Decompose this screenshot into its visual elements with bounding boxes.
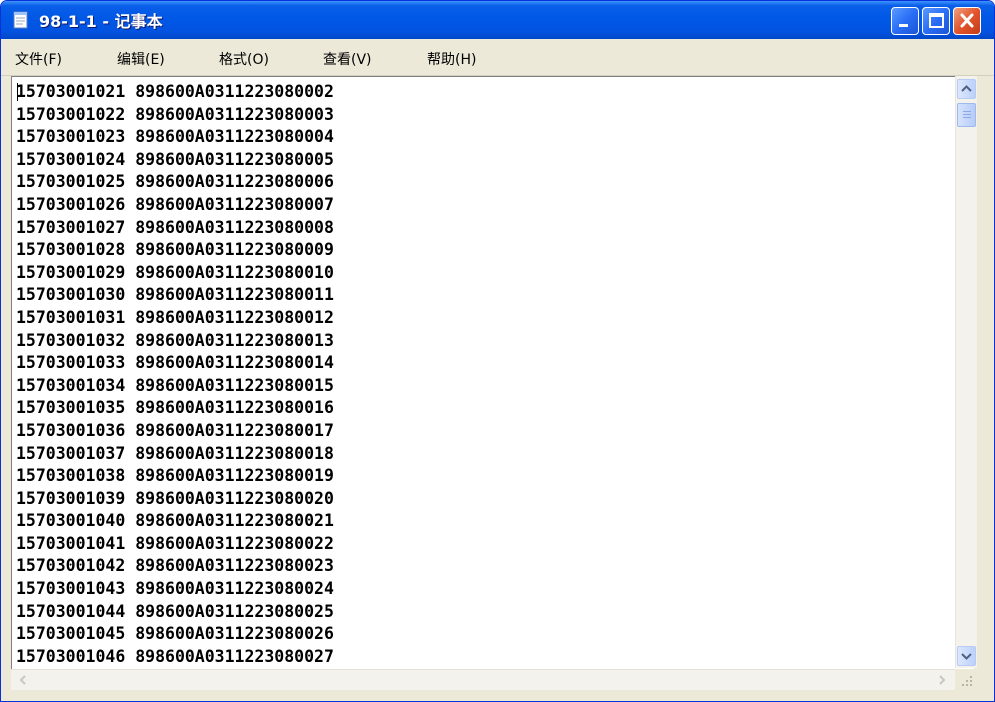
- chevron-down-icon: [961, 653, 972, 660]
- menu-edit[interactable]: 编辑(E): [117, 49, 165, 69]
- close-button[interactable]: [953, 7, 981, 35]
- chevron-right-icon: [939, 675, 946, 685]
- menu-view[interactable]: 查看(V): [323, 49, 372, 69]
- chevron-left-icon: [19, 675, 26, 685]
- scroll-right-button[interactable]: [933, 671, 951, 689]
- title-bar[interactable]: 98-1-1 - 记事本: [1, 1, 994, 39]
- menu-file[interactable]: 文件(F): [15, 49, 62, 69]
- text-caret: [17, 83, 18, 101]
- menu-help[interactable]: 帮助(H): [427, 49, 476, 69]
- window-title: 98-1-1 - 记事本: [39, 12, 163, 31]
- resize-grip[interactable]: [955, 669, 976, 690]
- minimize-icon: [899, 24, 908, 27]
- scroll-thumb[interactable]: [957, 103, 976, 127]
- menu-bar: 文件(F) 编辑(E) 格式(O) 查看(V) 帮助(H): [1, 39, 994, 76]
- vertical-scrollbar[interactable]: [955, 76, 977, 668]
- maximize-icon: [929, 13, 944, 28]
- horizontal-scrollbar[interactable]: [11, 669, 955, 690]
- close-icon: [960, 13, 974, 28]
- notepad-icon: [13, 11, 28, 29]
- thumb-grip-line: [963, 111, 971, 112]
- menu-format[interactable]: 格式(O): [219, 49, 269, 69]
- scroll-up-button[interactable]: [957, 79, 976, 99]
- resize-grip-icon: [962, 676, 972, 686]
- chevron-up-icon: [961, 85, 972, 92]
- text-editor[interactable]: 15703001021 898600A0311223080002 1570300…: [11, 76, 974, 669]
- thumb-grip-line: [963, 114, 971, 115]
- minimize-button[interactable]: [891, 7, 919, 35]
- document-text[interactable]: 15703001021 898600A0311223080002 1570300…: [16, 81, 334, 668]
- scroll-left-button[interactable]: [14, 671, 32, 689]
- notepad-window: 98-1-1 - 记事本 文件(F) 编辑(E) 格式(O) 查看(V) 帮助(…: [0, 0, 995, 702]
- scroll-down-button[interactable]: [957, 646, 976, 666]
- thumb-grip-line: [963, 117, 971, 118]
- maximize-button[interactable]: [922, 7, 950, 35]
